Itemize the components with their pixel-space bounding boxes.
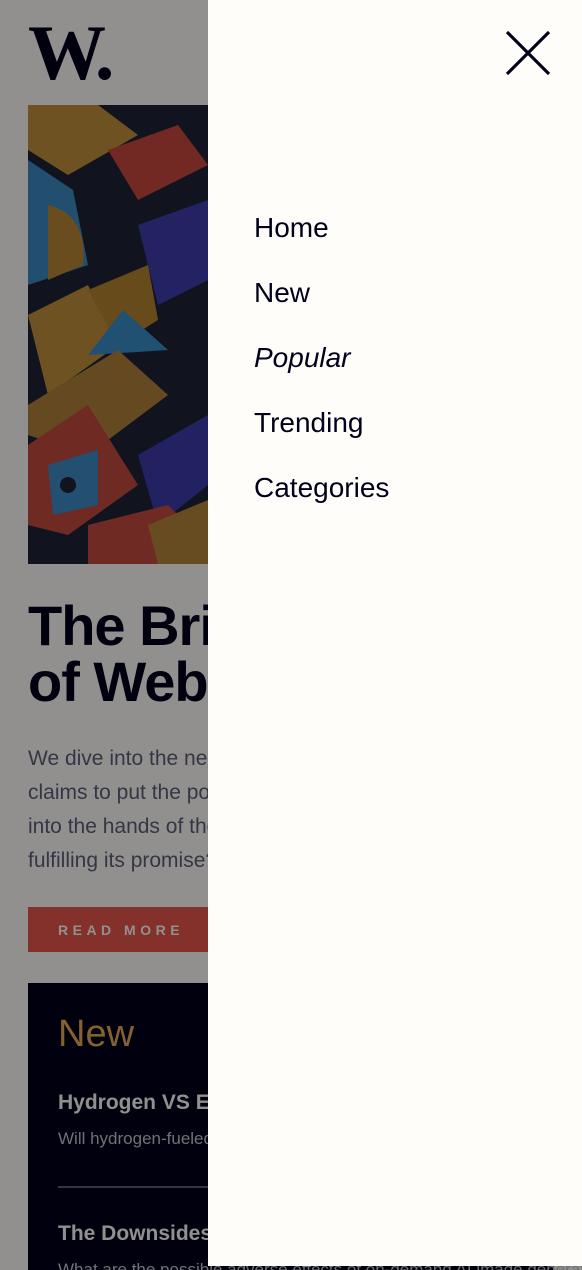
menu-item-label[interactable]: Popular bbox=[254, 342, 351, 373]
menu-item-label[interactable]: Home bbox=[254, 212, 329, 243]
menu-nav-list: Home New Popular Trending Categories bbox=[254, 214, 389, 539]
menu-item-popular[interactable]: Popular bbox=[254, 344, 389, 372]
mobile-menu-drawer: Home New Popular Trending Categories bbox=[208, 0, 582, 1266]
close-icon bbox=[505, 30, 551, 76]
menu-item-home[interactable]: Home bbox=[254, 214, 389, 242]
menu-item-label[interactable]: New bbox=[254, 277, 310, 308]
menu-item-label[interactable]: Trending bbox=[254, 407, 363, 438]
menu-item-label[interactable]: Categories bbox=[254, 472, 389, 503]
menu-item-categories[interactable]: Categories bbox=[254, 474, 389, 502]
menu-item-trending[interactable]: Trending bbox=[254, 409, 389, 437]
menu-item-new[interactable]: New bbox=[254, 279, 389, 307]
close-menu-button[interactable] bbox=[504, 22, 560, 84]
